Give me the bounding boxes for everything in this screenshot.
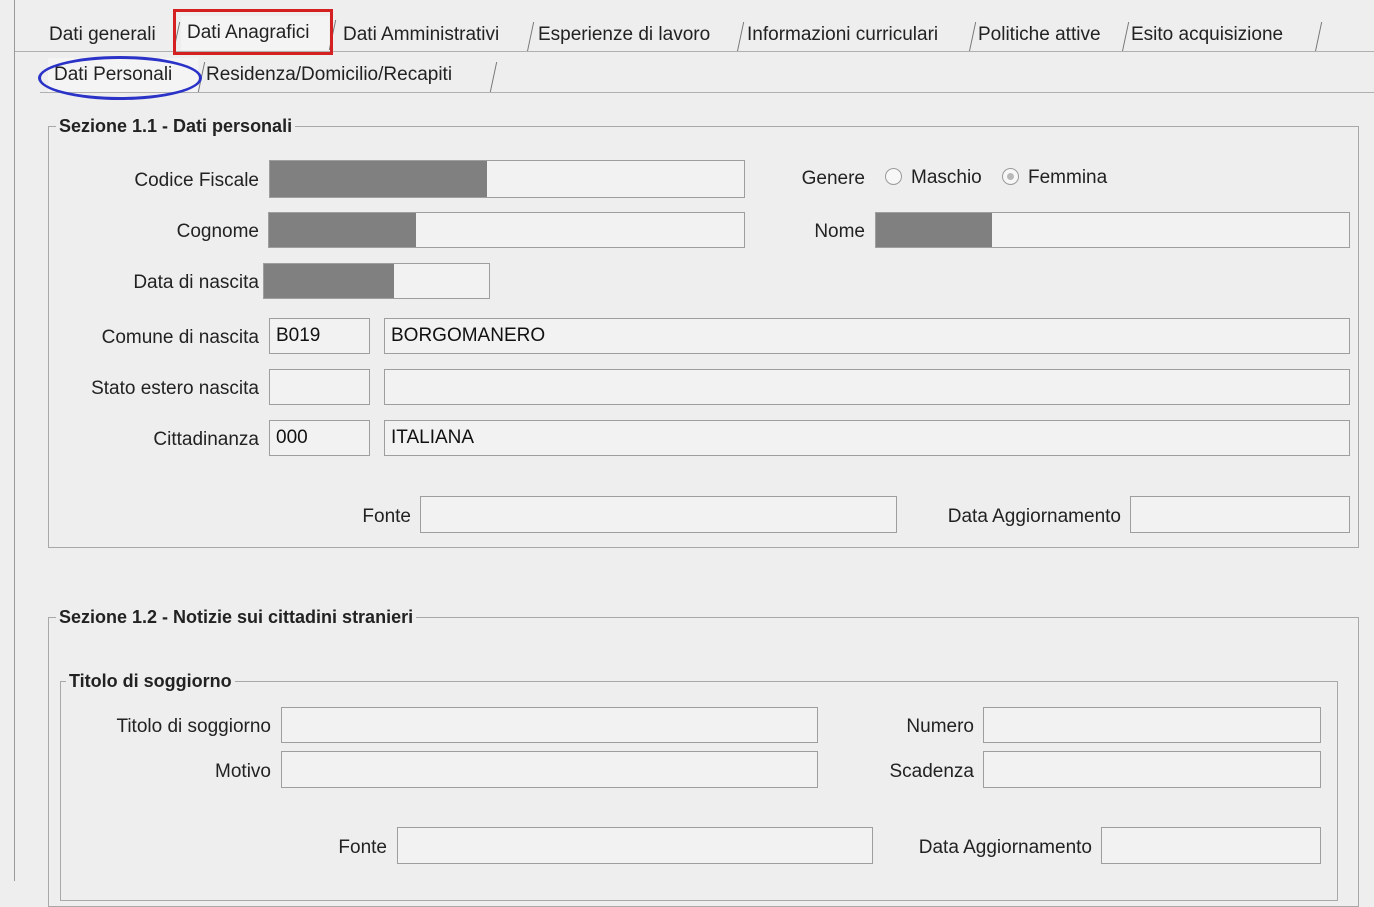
scadenza-field[interactable] (983, 751, 1321, 788)
tab-dati-generali[interactable]: Dati generali (43, 18, 181, 52)
redacted-block (269, 213, 416, 247)
fonte-field[interactable] (397, 827, 873, 864)
subtab-strip-divider (40, 92, 1374, 93)
cittadinanza-label: Cittadinanza (153, 429, 259, 450)
motivo-field[interactable] (281, 751, 818, 788)
fonte-field[interactable] (420, 496, 897, 533)
highlight-blue-ellipse (38, 56, 202, 100)
tab-label: Politiche attive (978, 24, 1101, 45)
radio-femmina[interactable] (1002, 168, 1019, 185)
cognome-field[interactable] (268, 212, 745, 248)
redacted-block (270, 161, 487, 197)
motivo-label: Motivo (215, 761, 271, 782)
titolo-soggiorno-field[interactable] (281, 707, 818, 743)
window-left-border (14, 0, 15, 881)
radio-maschio[interactable] (885, 168, 902, 185)
highlight-red-rectangle (173, 9, 333, 55)
data-nascita-label: Data di nascita (133, 272, 259, 293)
data-aggiornamento-field[interactable] (1130, 496, 1350, 533)
tab-label: Informazioni curriculari (747, 24, 939, 45)
tab-esito-acquisizione[interactable]: Esito acquisizione (1125, 18, 1323, 52)
cittadinanza-name-field[interactable]: ITALIANA (384, 420, 1350, 456)
data-aggiornamento-label: Data Aggiornamento (918, 837, 1092, 858)
redacted-block (264, 264, 394, 298)
numero-field[interactable] (983, 707, 1321, 743)
stato-estero-label: Stato estero nascita (91, 378, 259, 399)
tab-informazioni-curriculari[interactable]: Informazioni curriculari (741, 18, 977, 52)
scadenza-label: Scadenza (889, 761, 974, 782)
data-aggiornamento-field[interactable] (1101, 827, 1321, 864)
cittadinanza-code-field[interactable]: 000 (269, 420, 370, 456)
section-title: Sezione 1.2 - Notizie sui cittadini stra… (56, 607, 417, 628)
nome-field[interactable] (875, 212, 1350, 248)
comune-nascita-name-field[interactable]: BORGOMANERO (384, 318, 1350, 354)
tab-dati-amministrativi[interactable]: Dati Amministrativi (337, 18, 535, 52)
data-aggiornamento-label: Data Aggiornamento (947, 506, 1121, 527)
stato-estero-code-field[interactable] (269, 369, 370, 405)
redacted-block (876, 213, 992, 247)
stato-estero-name-field[interactable] (384, 369, 1350, 405)
nome-label: Nome (814, 221, 865, 242)
subtab-label: Residenza/Domicilio/Recapiti (206, 64, 453, 85)
genere-label: Genere (801, 168, 865, 189)
radio-femmina-label: Femmina (1028, 167, 1108, 188)
tab-label: Esperienze di lavoro (538, 24, 711, 45)
comune-nascita-code-field[interactable]: B019 (269, 318, 370, 354)
subtab-residenza-domicilio-recapiti[interactable]: Residenza/Domicilio/Recapiti (200, 58, 498, 92)
tab-politiche-attive[interactable]: Politiche attive (972, 18, 1130, 52)
section-title: Sezione 1.1 - Dati personali (56, 116, 296, 137)
codice-fiscale-label: Codice Fiscale (134, 170, 259, 191)
codice-fiscale-field[interactable] (269, 160, 745, 198)
numero-label: Numero (906, 716, 974, 737)
fonte-label: Fonte (362, 506, 411, 527)
tab-label: Esito acquisizione (1131, 24, 1284, 45)
tab-esperienze-lavoro[interactable]: Esperienze di lavoro (532, 18, 745, 52)
fonte-label: Fonte (338, 837, 387, 858)
data-nascita-field[interactable] (263, 263, 490, 299)
cognome-label: Cognome (176, 221, 259, 242)
comune-nascita-label: Comune di nascita (101, 327, 259, 348)
tab-label: Dati Amministrativi (343, 24, 500, 45)
radio-maschio-label: Maschio (911, 167, 982, 188)
titolo-soggiorno-label: Titolo di soggiorno (116, 716, 271, 737)
subsection-title: Titolo di soggiorno (66, 671, 235, 692)
tab-label: Dati generali (49, 24, 156, 45)
